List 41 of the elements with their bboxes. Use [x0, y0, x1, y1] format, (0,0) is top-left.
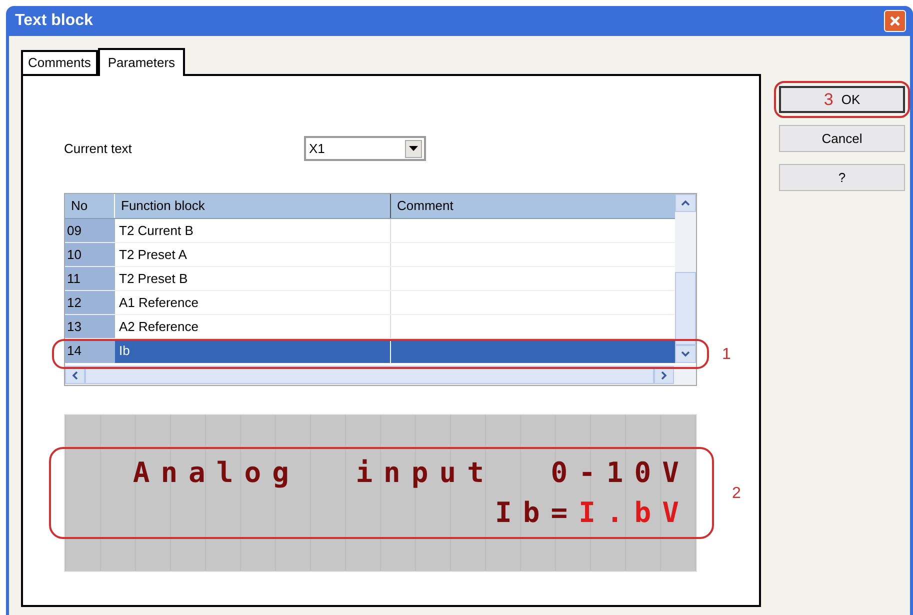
table-cell: T2 Preset B: [115, 267, 391, 290]
dialog-button[interactable]: Cancel: [779, 125, 905, 152]
scroll-down-icon[interactable]: [675, 344, 696, 363]
table-cell: A2 Reference: [115, 315, 391, 338]
scroll-up-icon[interactable]: [675, 194, 696, 212]
table-cell: Ib: [115, 339, 391, 363]
table-row[interactable]: 13 A2 Reference: [65, 315, 675, 339]
tab[interactable]: Parameters: [98, 48, 186, 76]
callout-number: 3: [824, 88, 834, 111]
row-number-cell: 10: [65, 243, 115, 266]
row-number-cell: 12: [65, 291, 115, 314]
table-row[interactable]: 10 T2 Preset A: [65, 243, 675, 267]
current-text-dropdown[interactable]: X1: [304, 136, 426, 161]
close-button[interactable]: [884, 10, 906, 32]
table-row[interactable]: 14 Ib: [65, 339, 675, 363]
column-header[interactable]: No: [65, 194, 115, 218]
current-text-label: Current text: [64, 140, 133, 158]
column-header[interactable]: Comment: [391, 194, 675, 218]
row-number-cell: 14: [65, 339, 115, 363]
callout-number: 2: [732, 484, 741, 504]
vertical-scrollbar[interactable]: [675, 194, 696, 363]
table-cell: T2 Preset A: [115, 243, 391, 266]
tab[interactable]: Comments: [21, 50, 98, 74]
table-row[interactable]: 09 T2 Current B: [65, 219, 675, 243]
window-title: Text block: [15, 11, 93, 31]
callout-number: 1: [722, 345, 731, 365]
table-cell: A1 Reference: [115, 291, 391, 314]
row-number-cell: 09: [65, 219, 115, 242]
horizontal-scrollbar[interactable]: [65, 365, 696, 385]
lcd-line: Ib=I.bV: [494, 495, 690, 531]
scrollbar-thumb[interactable]: [675, 272, 696, 345]
column-header[interactable]: Function block: [115, 194, 391, 218]
dialog-button[interactable]: ?: [779, 164, 905, 191]
table-row[interactable]: 11 T2 Preset B: [65, 267, 675, 291]
row-number-cell: 13: [65, 315, 115, 338]
lcd-line: Analog input 0-10V: [132, 455, 690, 491]
table-row[interactable]: 12 A1 Reference: [65, 291, 675, 315]
row-number-cell: 11: [65, 267, 115, 290]
table-cell: T2 Current B: [115, 219, 391, 242]
close-icon: [889, 15, 901, 27]
dialog-button[interactable]: 3 OK: [779, 86, 905, 113]
